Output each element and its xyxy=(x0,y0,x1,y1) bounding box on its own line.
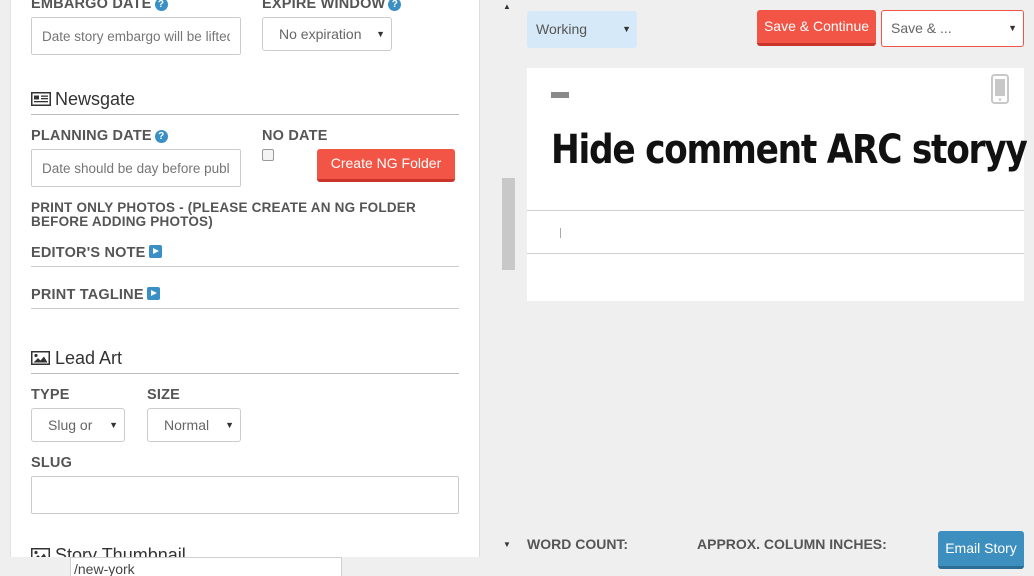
url-suggestion[interactable]: /new-york xyxy=(70,557,342,576)
embargo-date-input[interactable] xyxy=(31,17,241,55)
embargo-date-label: EMBARGO DATE? xyxy=(31,0,168,12)
chevron-down-icon: ▼ xyxy=(109,420,118,430)
divider xyxy=(31,266,459,267)
drag-handle-icon[interactable] xyxy=(551,92,569,98)
lead-art-section-title: Lead Art xyxy=(31,348,122,369)
column-inches-label: APPROX. COLUMN INCHES: xyxy=(697,536,887,552)
editors-note-label[interactable]: EDITOR'S NOTE xyxy=(31,245,162,261)
story-settings-panel: EMBARGO DATE? EXPIRE WINDOW? No expirati… xyxy=(10,0,480,557)
slug-input[interactable] xyxy=(31,476,459,514)
print-tagline-label[interactable]: PRINT TAGLINE xyxy=(31,287,160,303)
scroll-down-arrow-icon[interactable]: ▼ xyxy=(503,540,511,549)
help-icon[interactable]: ? xyxy=(388,0,402,11)
divider xyxy=(527,253,1024,254)
word-count-label: WORD COUNT: xyxy=(527,536,629,552)
divider xyxy=(31,308,459,309)
status-select[interactable]: Working ▼ xyxy=(527,11,637,48)
type-label: TYPE xyxy=(31,387,70,403)
newspaper-icon xyxy=(31,92,51,106)
slug-label: SLUG xyxy=(31,455,73,471)
save-continue-button[interactable]: Save & Continue xyxy=(757,10,876,46)
planning-date-label: PLANNING DATE? xyxy=(31,128,168,144)
expand-icon[interactable] xyxy=(148,245,162,258)
email-story-button[interactable]: Email Story xyxy=(938,531,1024,569)
planning-date-input[interactable] xyxy=(31,149,241,187)
section-divider xyxy=(31,114,459,115)
expand-icon[interactable] xyxy=(146,287,160,300)
divider xyxy=(527,210,1024,211)
chevron-down-icon: ▼ xyxy=(225,420,234,430)
print-only-photos-label: PRINT ONLY PHOTOS - (PLEASE CREATE AN NG… xyxy=(31,200,416,229)
story-thumbnail-section-title: Story Thumbnail xyxy=(31,545,186,557)
expire-window-label: EXPIRE WINDOW? xyxy=(262,0,402,12)
save-and-select[interactable]: Save & ... ▼ xyxy=(881,10,1024,47)
help-icon[interactable]: ? xyxy=(154,0,168,11)
scrollbar-thumb[interactable] xyxy=(502,178,515,270)
scroll-up-arrow-icon[interactable]: ▲ xyxy=(503,2,511,11)
mobile-preview-icon[interactable] xyxy=(991,74,1009,104)
image-icon xyxy=(31,548,50,557)
story-editor-card: Hide comment ARC storyy xyxy=(527,68,1028,301)
create-ng-folder-button[interactable]: Create NG Folder xyxy=(317,149,455,182)
newsgate-section-title: Newsgate xyxy=(31,89,135,110)
no-date-label: NO DATE xyxy=(262,128,328,144)
story-headline[interactable]: Hide comment ARC storyy xyxy=(551,127,1028,173)
chevron-down-icon: ▼ xyxy=(376,29,385,39)
image-icon xyxy=(31,351,50,365)
no-date-checkbox[interactable] xyxy=(262,149,274,161)
help-icon[interactable]: ? xyxy=(154,130,168,143)
text-cursor xyxy=(560,228,561,238)
chevron-down-icon: ▼ xyxy=(1008,23,1017,33)
lead-art-size-select[interactable]: Normal ▼ xyxy=(147,408,241,442)
size-label: SIZE xyxy=(147,387,181,403)
expire-window-select[interactable]: No expiration ▼ xyxy=(262,17,392,51)
lead-art-type-select[interactable]: Slug or ▼ xyxy=(31,408,125,442)
section-divider xyxy=(31,373,459,374)
chevron-down-icon: ▼ xyxy=(622,24,631,34)
